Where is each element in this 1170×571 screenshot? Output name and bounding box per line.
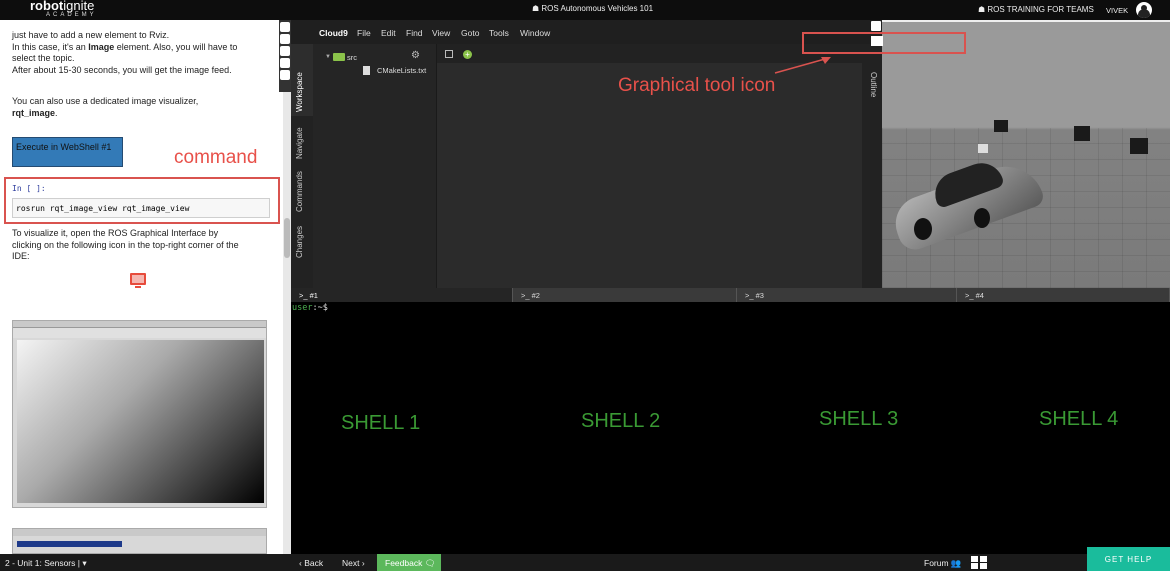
notebook-scrollbar[interactable] [283,20,291,554]
play-icon[interactable] [280,46,290,56]
notebook-panel: just have to add a new element to Rviz. … [0,20,291,554]
caret-down-icon[interactable]: ▼ [325,54,331,60]
sim-car [887,155,1047,255]
forum-link[interactable]: Forum 👥 [924,558,962,569]
stop-icon[interactable] [280,58,290,68]
monitor-icon [130,273,146,288]
notebook-paragraph-1: just have to add a new element to Rviz. … [12,30,238,75]
shell-prompt: user:~$ [292,303,328,313]
menu-window[interactable]: Window [520,28,550,38]
graphical-tool-highlight-box [802,32,966,54]
panel-tool-icons [279,20,291,92]
tab-changes[interactable]: Changes [295,226,304,258]
tab-workspace[interactable]: Workspace [295,72,304,112]
tree-file-cmakelists[interactable]: CMakeLists.txt [377,66,426,75]
cell-prompt: In [ ]: [12,184,46,193]
ros-training-link[interactable]: ☗ ROS TRAINING FOR TEAMS [978,5,1094,14]
sim-cube [1130,138,1148,154]
menu-view[interactable]: View [432,28,450,38]
shell-tab-2[interactable]: >_ #2 [513,288,737,302]
menu-edit[interactable]: Edit [381,28,396,38]
logo[interactable]: robotignite [30,0,94,12]
tab-outline[interactable]: Outline [869,72,878,97]
shell-tabs: >_ #1 >_ #2 >_ #3 >_ #4 [291,288,1170,302]
eye-icon[interactable] [280,34,290,44]
ide-menubar: Cloud9 File Edit Find View Goto Tools Wi… [291,20,882,44]
new-file-icon[interactable] [445,50,453,58]
shell-label-4: SHELL 4 [1039,408,1119,430]
unit-selector[interactable]: 2 - Unit 1: Sensors | ▾ [5,558,87,569]
notebook-paragraph-2: You can also use a dedicated image visua… [12,96,199,118]
expand-icon[interactable] [280,22,290,32]
tab-commands[interactable]: Commands [295,171,304,212]
shell-label-2: SHELL 2 [581,410,661,432]
user-name[interactable]: VIVEK [1106,6,1128,15]
grid-icon[interactable] [971,556,987,569]
command-annotation: command [174,147,258,168]
graphical-tool-annotation: Graphical tool icon [618,75,776,96]
expand-icon[interactable] [871,21,881,31]
menu-cloud9[interactable]: Cloud9 [319,28,348,38]
shell-label-3: SHELL 3 [819,408,899,430]
menu-goto[interactable]: Goto [461,28,479,38]
annotation-arrow [774,57,831,74]
outline-bar: Outline [862,44,882,288]
menu-tools[interactable]: Tools [489,28,509,38]
shell-label-1: SHELL 1 [341,412,421,434]
bottom-bar: 2 - Unit 1: Sensors | ▾ ‹ Back Next › Fe… [0,547,1170,571]
file-tree: ▼ src CMakeLists.txt ⚙ [313,44,437,288]
shell-tab-1[interactable]: >_ #1 [291,288,513,302]
tree-folder-src[interactable]: src [347,53,357,62]
cell-code[interactable]: rosrun rqt_image_view rqt_image_view [12,198,270,218]
file-icon [363,66,370,75]
simulation-view[interactable] [882,20,1170,288]
rqt-screenshot-image [12,320,267,508]
logo-subtitle: ACADEMY [46,12,97,18]
execute-webshell-button[interactable]: Execute in WebShell #1 [12,137,123,167]
shell-tab-4[interactable]: >_ #4 [957,288,1170,302]
sim-cube [1074,126,1090,141]
add-tab-icon[interactable]: + [463,50,472,59]
refresh-icon[interactable] [280,70,290,80]
course-title: ☗ ROS Autonomous Vehicles 101 [532,4,654,13]
feedback-button[interactable]: Feedback 🗨 [377,554,441,571]
rqt-screenshot-image-2 [12,528,267,554]
shell-tab-3[interactable]: >_ #3 [737,288,957,302]
code-cell[interactable]: In [ ]: rosrun rqt_image_view rqt_image_… [12,182,270,220]
terminal[interactable]: user:~$ SHELL 1 SHELL 2 SHELL 3 SHELL 4 [291,302,1170,554]
menu-find[interactable]: Find [406,28,423,38]
sim-cube [978,144,988,153]
back-button[interactable]: ‹ Back [299,558,323,568]
menu-file[interactable]: File [357,28,371,38]
notebook-paragraph-3: To visualize it, open the ROS Graphical … [12,228,239,261]
top-bar: robotignite ACADEMY ☗ ROS Autonomous Veh… [0,0,1170,20]
folder-icon [333,53,345,61]
tab-navigate[interactable]: Navigate [295,127,304,159]
gear-icon[interactable]: ⚙ [411,50,420,61]
get-help-button[interactable]: GET HELP [1087,547,1170,571]
sim-cube [994,120,1008,132]
next-button[interactable]: Next › [342,558,365,568]
avatar[interactable] [1136,2,1152,18]
ide-side-tabs: Workspace Navigate Commands Changes [291,44,313,288]
